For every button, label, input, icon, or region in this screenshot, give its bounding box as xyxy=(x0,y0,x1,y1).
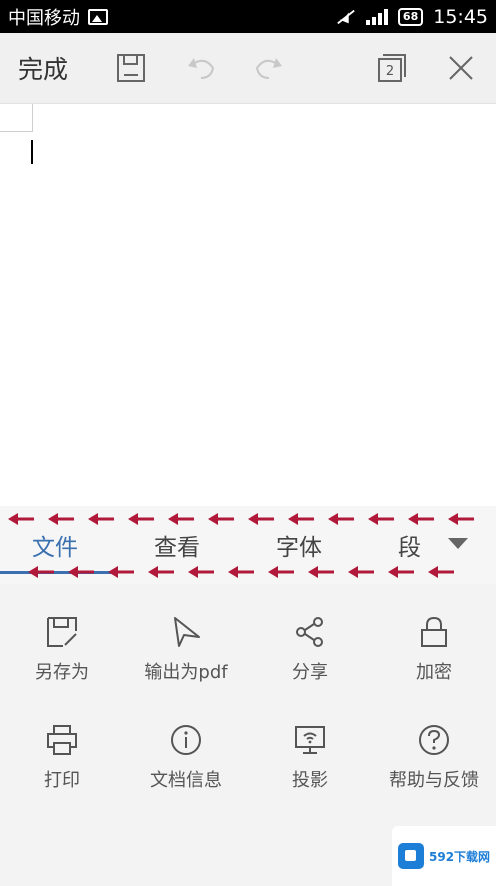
swipe-hint-arrows-top xyxy=(8,513,474,525)
share-icon xyxy=(292,614,328,650)
info-icon xyxy=(168,722,204,758)
help-icon xyxy=(416,722,452,758)
encrypt-button[interactable]: 加密 xyxy=(372,614,496,684)
signal-icon xyxy=(365,8,388,25)
tab-file[interactable]: 文件 xyxy=(32,528,78,562)
export-pdf-label: 输出为pdf xyxy=(144,662,228,683)
document-canvas[interactable] xyxy=(0,104,496,506)
save-as-button[interactable]: 另存为 xyxy=(0,614,124,684)
save-as-icon xyxy=(44,614,80,650)
watermark-logo-icon xyxy=(398,843,424,869)
projection-button[interactable]: 投影 xyxy=(248,722,372,792)
print-label: 打印 xyxy=(44,770,80,791)
site-watermark: 592下载网 xyxy=(392,826,496,886)
projection-label: 投影 xyxy=(292,770,328,791)
tab-paragraph[interactable]: 段 xyxy=(398,528,421,562)
undo-icon[interactable] xyxy=(184,51,218,85)
tab-view[interactable]: 查看 xyxy=(154,528,200,562)
battery-icon: 68 xyxy=(397,7,424,26)
redo-icon[interactable] xyxy=(252,51,286,85)
export-pdf-button[interactable]: 输出为pdf xyxy=(124,614,248,684)
lock-icon xyxy=(416,614,452,650)
menu-tab-bar: 文件 查看 字体 段 xyxy=(0,506,496,584)
help-feedback-label: 帮助与反馈 xyxy=(389,770,479,791)
tab-font[interactable]: 字体 xyxy=(276,528,322,562)
page-margin-marker xyxy=(0,104,33,132)
silent-mode-icon xyxy=(337,9,355,24)
save-as-label: 另存为 xyxy=(35,662,89,683)
watermark-text: 592下载网 xyxy=(429,849,491,864)
chevron-down-icon[interactable] xyxy=(448,538,468,549)
document-info-label: 文档信息 xyxy=(150,770,222,791)
export-pdf-icon xyxy=(168,614,204,650)
image-notification-icon xyxy=(88,8,108,25)
share-label: 分享 xyxy=(292,662,328,683)
help-feedback-button[interactable]: 帮助与反馈 xyxy=(372,722,496,792)
print-icon xyxy=(44,722,80,758)
encrypt-label: 加密 xyxy=(416,662,452,683)
windows-icon[interactable]: 2 xyxy=(375,51,409,85)
editor-toolbar: 完成 2 xyxy=(0,33,496,104)
save-icon[interactable] xyxy=(114,51,148,85)
swipe-hint-arrows-bottom xyxy=(28,566,454,578)
close-icon[interactable] xyxy=(444,51,478,85)
status-bar: 中国移动 68 15:45 xyxy=(0,0,496,33)
print-button[interactable]: 打印 xyxy=(0,722,124,792)
clock: 15:45 xyxy=(433,5,488,28)
document-info-button[interactable]: 文档信息 xyxy=(124,722,248,792)
share-button[interactable]: 分享 xyxy=(248,614,372,684)
carrier-label: 中国移动 xyxy=(8,7,80,29)
projection-icon xyxy=(292,722,328,758)
done-button[interactable]: 完成 xyxy=(18,50,78,86)
text-cursor xyxy=(31,140,33,164)
window-count: 2 xyxy=(385,63,395,79)
